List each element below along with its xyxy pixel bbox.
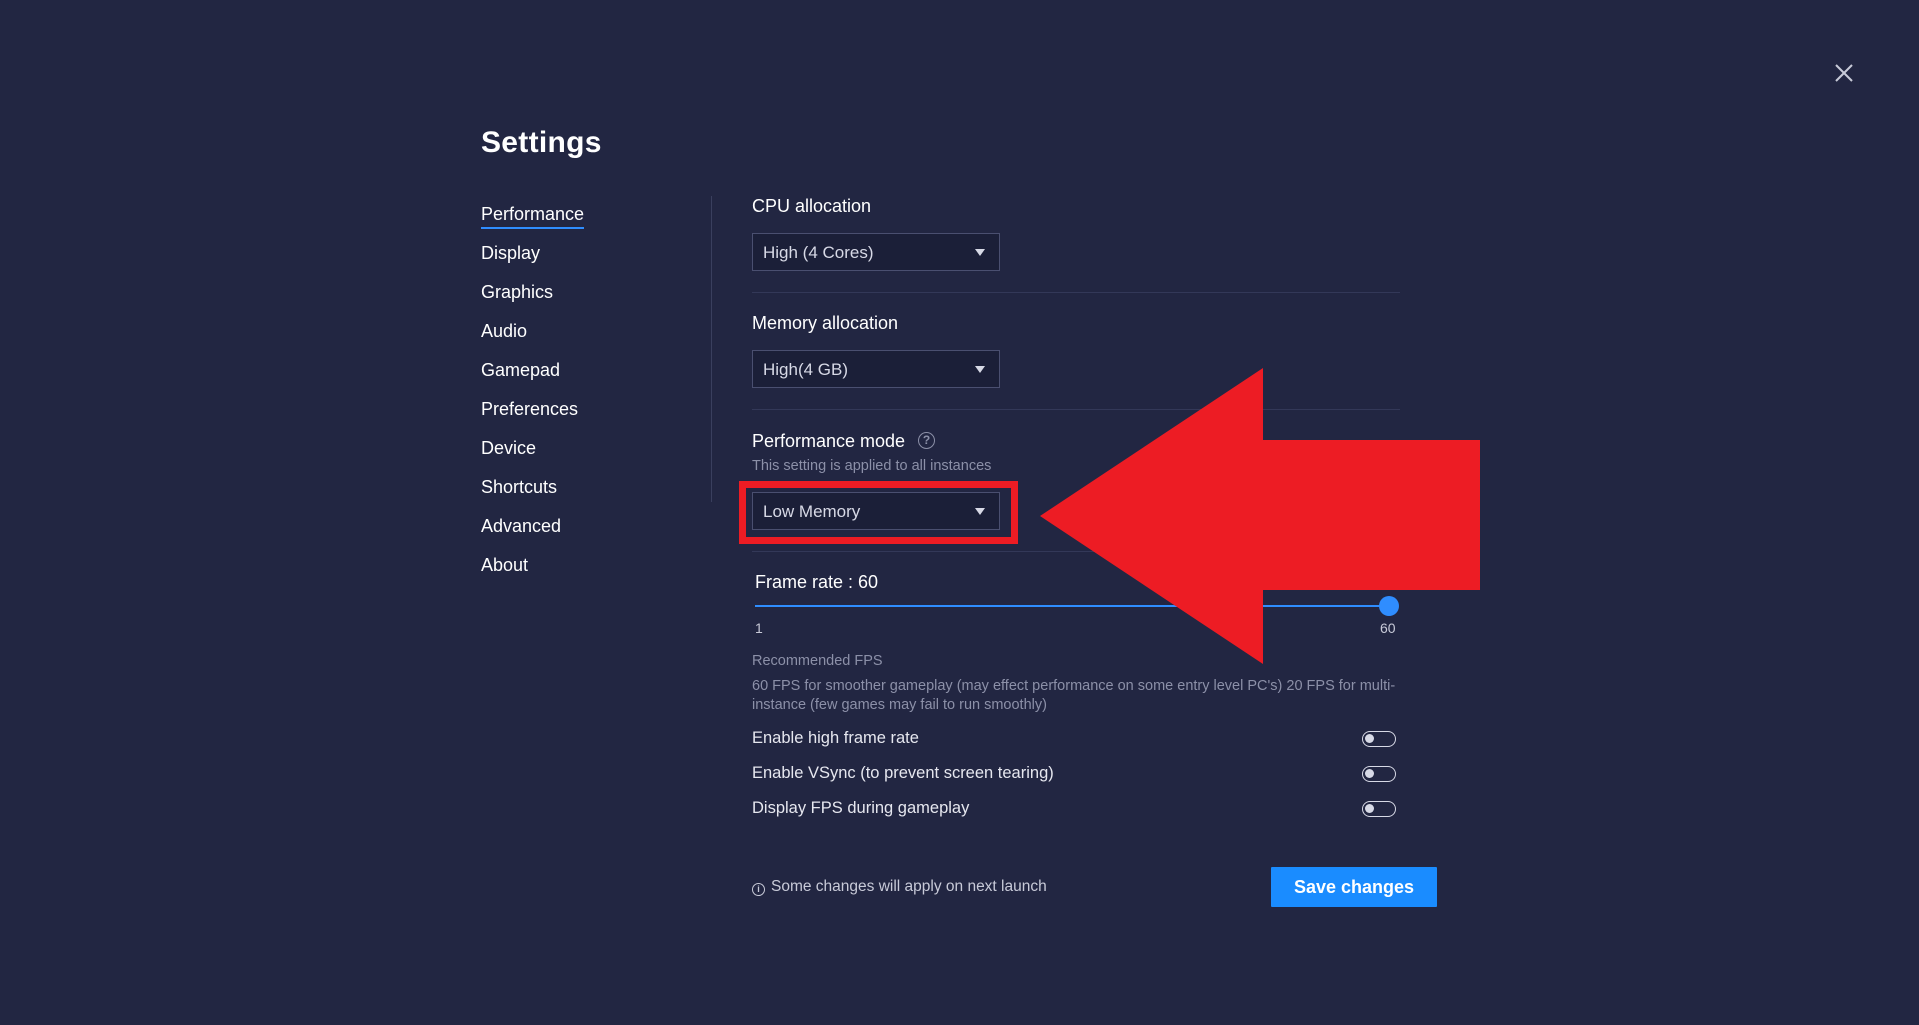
sidebar-item-gamepad[interactable]: Gamepad [481, 354, 681, 393]
performance-mode-label: Performance mode [752, 431, 906, 451]
settings-sidebar: Performance Display Graphics Audio Gamep… [481, 198, 681, 588]
chevron-down-icon [975, 366, 985, 373]
section-divider [752, 292, 1400, 293]
sidebar-item-performance[interactable]: Performance [481, 198, 681, 237]
help-icon[interactable]: ? [918, 432, 935, 449]
sidebar-item-label: Shortcuts [481, 477, 558, 497]
sidebar-item-shortcuts[interactable]: Shortcuts [481, 471, 681, 510]
sidebar-item-label: Device [481, 438, 537, 458]
recommended-fps-title: Recommended FPS [752, 653, 883, 669]
vsync-toggle[interactable] [1362, 766, 1396, 782]
cpu-allocation-label: CPU allocation [752, 196, 872, 216]
sidebar-item-label: Gamepad [481, 360, 561, 380]
save-changes-button[interactable]: Save changes [1271, 867, 1437, 907]
annotation-arrow-icon [1040, 368, 1480, 664]
slider-min-label: 1 [755, 620, 763, 636]
sidebar-item-label: Advanced [481, 516, 562, 536]
annotation-highlight-box [739, 481, 1018, 544]
recommended-fps-text: 60 FPS for smoother gameplay (may effect… [752, 678, 1396, 713]
frame-rate-label: Frame rate : 60 [755, 572, 879, 592]
sidebar-item-display[interactable]: Display [481, 237, 681, 276]
select-value: High (4 Cores) [763, 243, 874, 262]
sidebar-item-preferences[interactable]: Preferences [481, 393, 681, 432]
memory-allocation-label: Memory allocation [752, 313, 899, 333]
vsync-label: Enable VSync (to prevent screen tearing) [752, 764, 1054, 782]
footer-note-text: Some changes will apply on next launch [771, 878, 1047, 895]
info-icon: i [752, 883, 765, 896]
high-frame-rate-toggle[interactable] [1362, 731, 1396, 747]
select-value: High(4 GB) [763, 360, 849, 379]
sidebar-item-label: Display [481, 243, 541, 263]
footer-note: i Some changes will apply on next launch [752, 878, 1047, 896]
memory-allocation-select[interactable]: High(4 GB) [752, 350, 1000, 388]
performance-mode-note: This setting is applied to all instances [752, 458, 992, 474]
high-frame-rate-label: Enable high frame rate [752, 729, 919, 747]
close-button[interactable] [1833, 62, 1855, 84]
display-fps-label: Display FPS during gameplay [752, 799, 970, 817]
cpu-allocation-select[interactable]: High (4 Cores) [752, 233, 1000, 271]
sidebar-item-label: About [481, 555, 529, 575]
sidebar-item-label: Audio [481, 321, 528, 341]
settings-page: Settings Performance Display Graphics Au… [0, 0, 1919, 1025]
close-icon [1835, 64, 1853, 82]
sidebar-item-about[interactable]: About [481, 549, 681, 588]
sidebar-item-label: Performance [481, 198, 585, 229]
sidebar-divider [711, 196, 712, 502]
sidebar-item-device[interactable]: Device [481, 432, 681, 471]
sidebar-item-label: Preferences [481, 399, 579, 419]
sidebar-item-label: Graphics [481, 282, 554, 302]
display-fps-toggle[interactable] [1362, 801, 1396, 817]
page-title: Settings [481, 126, 602, 159]
sidebar-item-advanced[interactable]: Advanced [481, 510, 681, 549]
chevron-down-icon [975, 249, 985, 256]
sidebar-item-audio[interactable]: Audio [481, 315, 681, 354]
sidebar-item-graphics[interactable]: Graphics [481, 276, 681, 315]
